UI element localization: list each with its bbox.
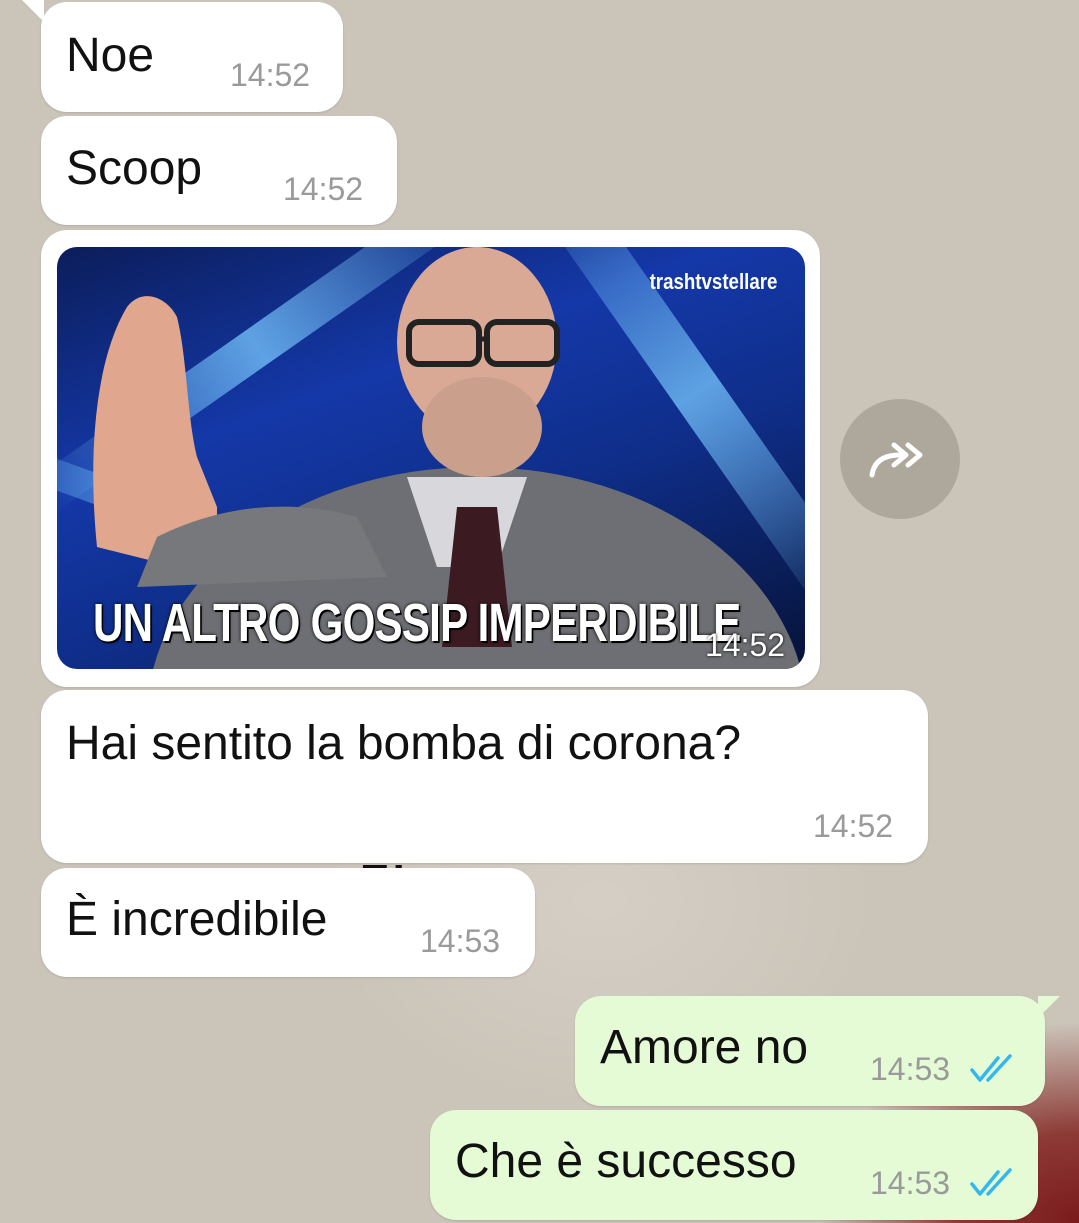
message-text: Noe (66, 29, 155, 82)
message-bubble-incoming[interactable]: Hai sentito la bomba di corona? 14:52 (41, 690, 928, 863)
message-bubble-outgoing[interactable]: Che è successo 14:53 (430, 1110, 1038, 1220)
message-bubble-incoming[interactable]: Scoop 14:52 (41, 116, 397, 225)
gif-caption: UN ALTRO GOSSIP IMPERDIBILE (93, 593, 741, 653)
forward-button[interactable] (840, 399, 960, 519)
message-text: Che è successo (455, 1135, 797, 1188)
message-text: Scoop (66, 142, 203, 195)
message-time: 14:52 (230, 57, 311, 93)
message-bubble-outgoing[interactable]: Amore no 14:53 (575, 996, 1045, 1106)
gif-image[interactable]: trashtvstellare UN ALTRO GOSSIP IMPERDIB… (57, 247, 805, 669)
message-time: 14:53 (870, 1051, 951, 1087)
message-time: 14:52 (705, 627, 786, 663)
gif-watermark: trashtvstellare (649, 269, 777, 294)
message-bubble-incoming[interactable]: È incredibile 14:53 (41, 868, 535, 977)
message-time: 14:52 (813, 808, 894, 844)
double-check-icon (970, 1168, 1012, 1196)
message-text: Hai sentito la bomba di corona? (66, 717, 742, 770)
message-time: 14:52 (283, 171, 364, 207)
message-time: 14:53 (420, 923, 501, 959)
message-text: È incredibile (66, 893, 328, 946)
forward-icon (869, 442, 923, 478)
double-check-icon (970, 1054, 1012, 1082)
message-text: Amore no (600, 1021, 809, 1074)
message-bubble-incoming[interactable]: Noe 14:52 (41, 2, 343, 112)
message-time: 14:53 (870, 1165, 951, 1201)
bubble-tail (22, 0, 44, 22)
